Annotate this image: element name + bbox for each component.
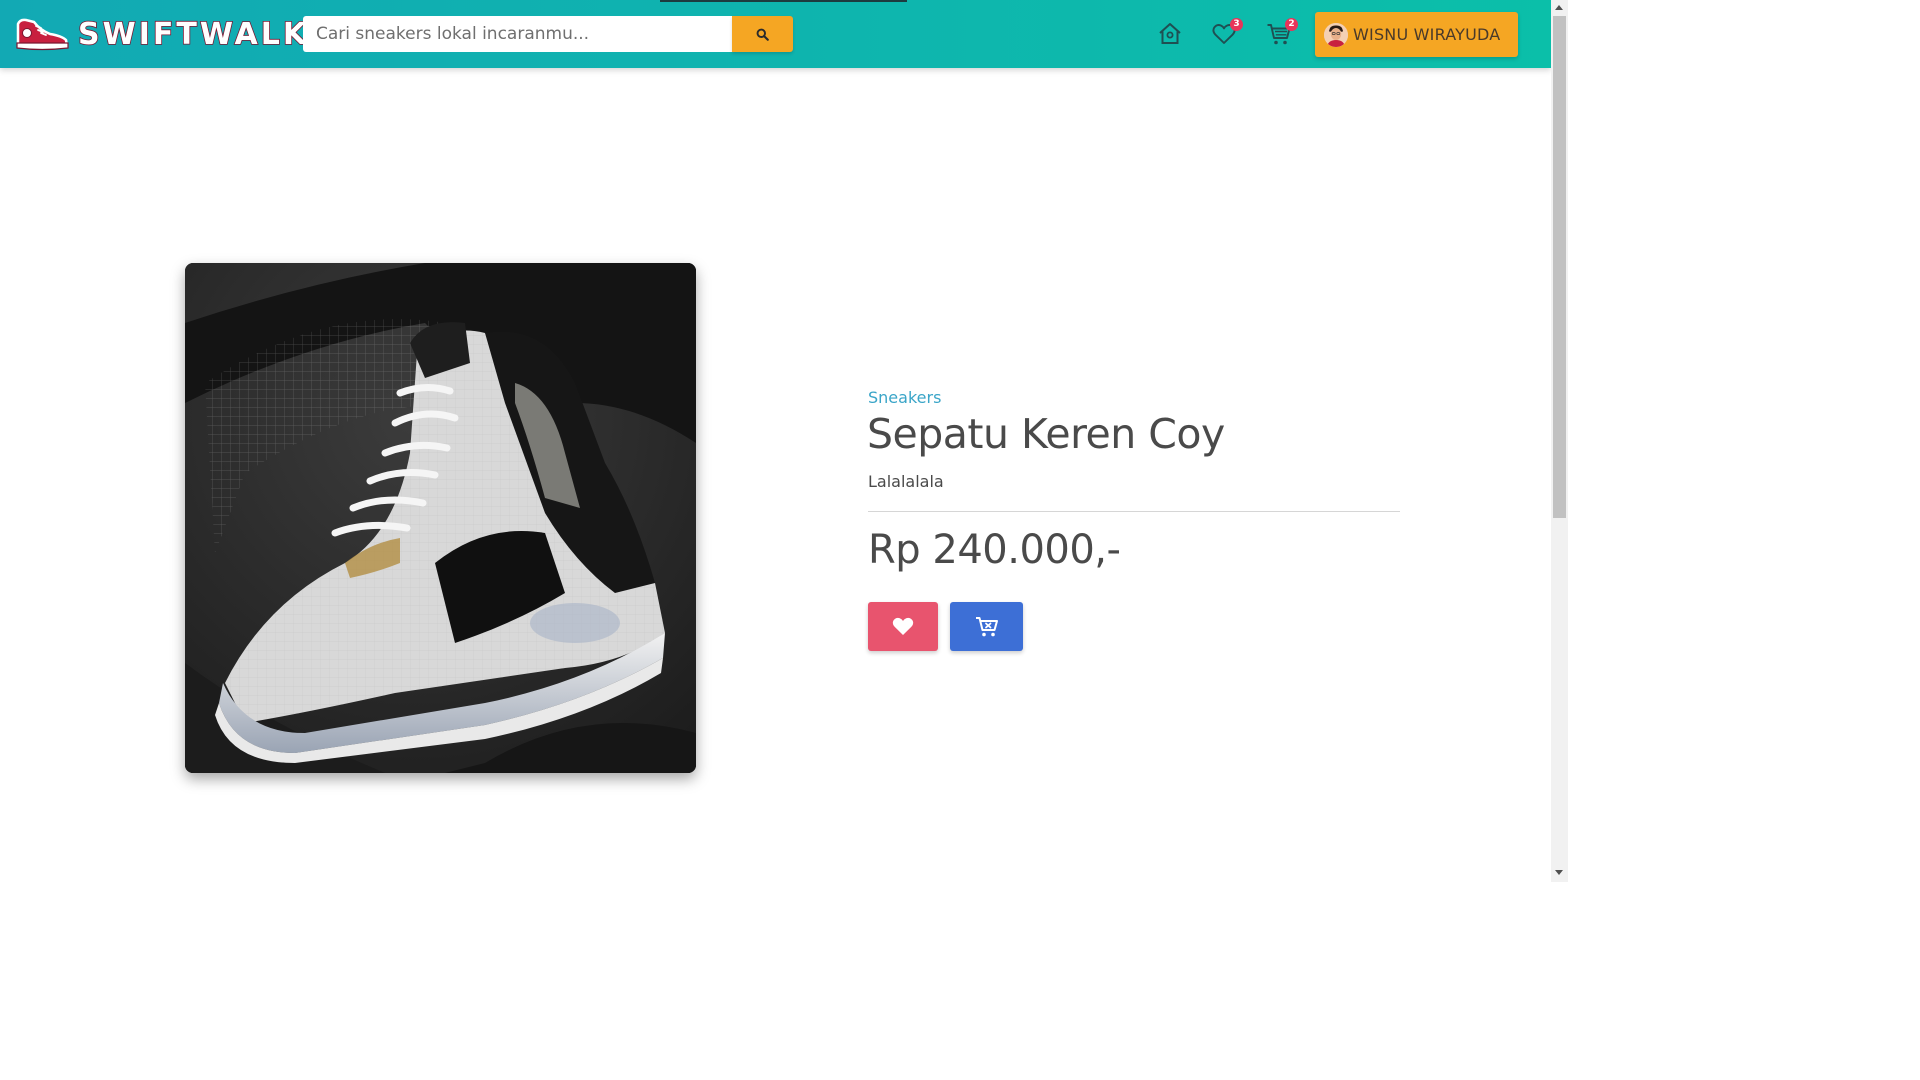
- home-icon: [1159, 23, 1181, 44]
- product-image: [185, 263, 696, 773]
- wishlist-button[interactable]: 3: [1210, 18, 1243, 48]
- user-menu-button[interactable]: WISNU WIRAYUDA: [1315, 12, 1518, 57]
- scroll-up-arrow-icon[interactable]: [1555, 5, 1563, 10]
- heart-icon: [892, 617, 914, 635]
- add-to-wishlist-button[interactable]: [868, 602, 938, 651]
- add-to-cart-button[interactable]: [950, 602, 1023, 651]
- basketball-sneaker-photo: [185, 263, 696, 773]
- loading-strip: [660, 0, 907, 2]
- search-button[interactable]: [732, 16, 793, 52]
- brand-name: SWIFTWALK: [77, 16, 310, 53]
- sneaker-logo-icon: [16, 18, 69, 51]
- scrollbar-thumb[interactable]: [1553, 16, 1566, 518]
- page-scrollbar[interactable]: [1551, 0, 1568, 882]
- cart-button[interactable]: 2: [1265, 18, 1298, 48]
- navbar: SWIFTWALK 3 2: [0, 0, 1551, 68]
- avatar: [1324, 22, 1348, 47]
- product-description: Lalalalala: [868, 472, 944, 491]
- wishlist-count-badge: 3: [1230, 18, 1243, 31]
- product-price: Rp 240.000,-: [868, 527, 1121, 573]
- divider: [868, 511, 1400, 512]
- brand-logo[interactable]: SWIFTWALK: [14, 14, 309, 54]
- add-to-cart-icon: [975, 616, 998, 636]
- home-button[interactable]: [1156, 20, 1184, 48]
- product-title: Sepatu Keren Coy: [867, 410, 1225, 458]
- search-icon: [756, 28, 769, 41]
- product-category-link[interactable]: Sneakers: [868, 388, 941, 407]
- user-name: WISNU WIRAYUDA: [1353, 25, 1501, 44]
- scroll-down-arrow-icon[interactable]: [1555, 870, 1563, 875]
- cart-count-badge: 2: [1285, 18, 1298, 31]
- search-input[interactable]: [303, 16, 732, 52]
